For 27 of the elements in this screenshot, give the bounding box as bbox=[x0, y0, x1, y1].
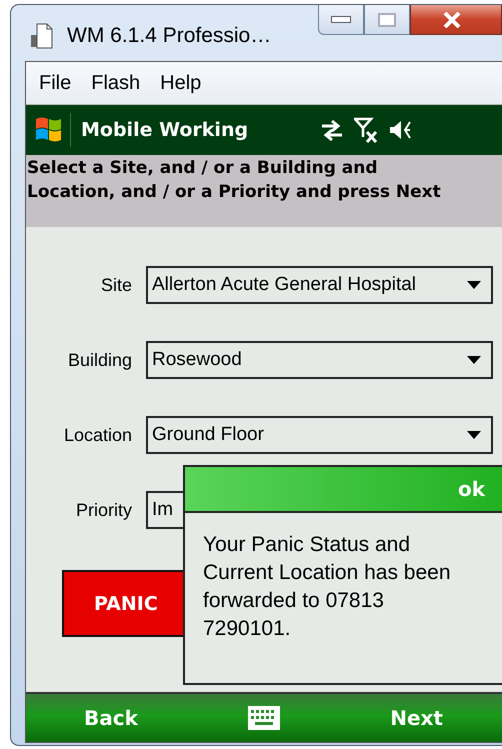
close-button[interactable] bbox=[410, 5, 502, 35]
no-signal-icon bbox=[354, 117, 378, 143]
caret-icon bbox=[467, 281, 481, 289]
sync-arrows-icon bbox=[320, 119, 344, 141]
close-icon bbox=[443, 12, 461, 28]
field-label: Location bbox=[62, 424, 132, 446]
minimize-button[interactable] bbox=[318, 5, 364, 35]
back-softkey[interactable]: Back bbox=[84, 706, 138, 730]
dropdown-field[interactable]: Rosewood bbox=[146, 341, 493, 379]
dropdown-field[interactable]: Allerton Acute General Hospital bbox=[146, 266, 493, 304]
field-label: Building bbox=[66, 350, 132, 370]
menu-item[interactable]: File bbox=[39, 72, 72, 94]
next-softkey[interactable]: Next bbox=[390, 706, 443, 730]
dropdown-field[interactable]: Ground Floor bbox=[146, 416, 493, 454]
maximize-button[interactable] bbox=[364, 5, 410, 35]
keyboard-icon[interactable] bbox=[248, 706, 280, 730]
caret-icon bbox=[467, 356, 481, 364]
field-label: Site bbox=[100, 274, 132, 296]
menu-item[interactable]: Help bbox=[160, 72, 202, 94]
window-title: WM 6.1.4 Professio… bbox=[67, 24, 272, 48]
caret-icon bbox=[467, 431, 481, 439]
instruction-text: Select a Site, and / or a Building and Location, and / or a Priority and press Next bbox=[26, 155, 502, 227]
speaker-icon bbox=[388, 119, 412, 141]
field-label: Priority bbox=[74, 500, 132, 520]
menu-item[interactable]: Flash bbox=[91, 72, 140, 94]
device-icon bbox=[31, 23, 53, 49]
app-title: Mobile Working bbox=[81, 119, 248, 141]
